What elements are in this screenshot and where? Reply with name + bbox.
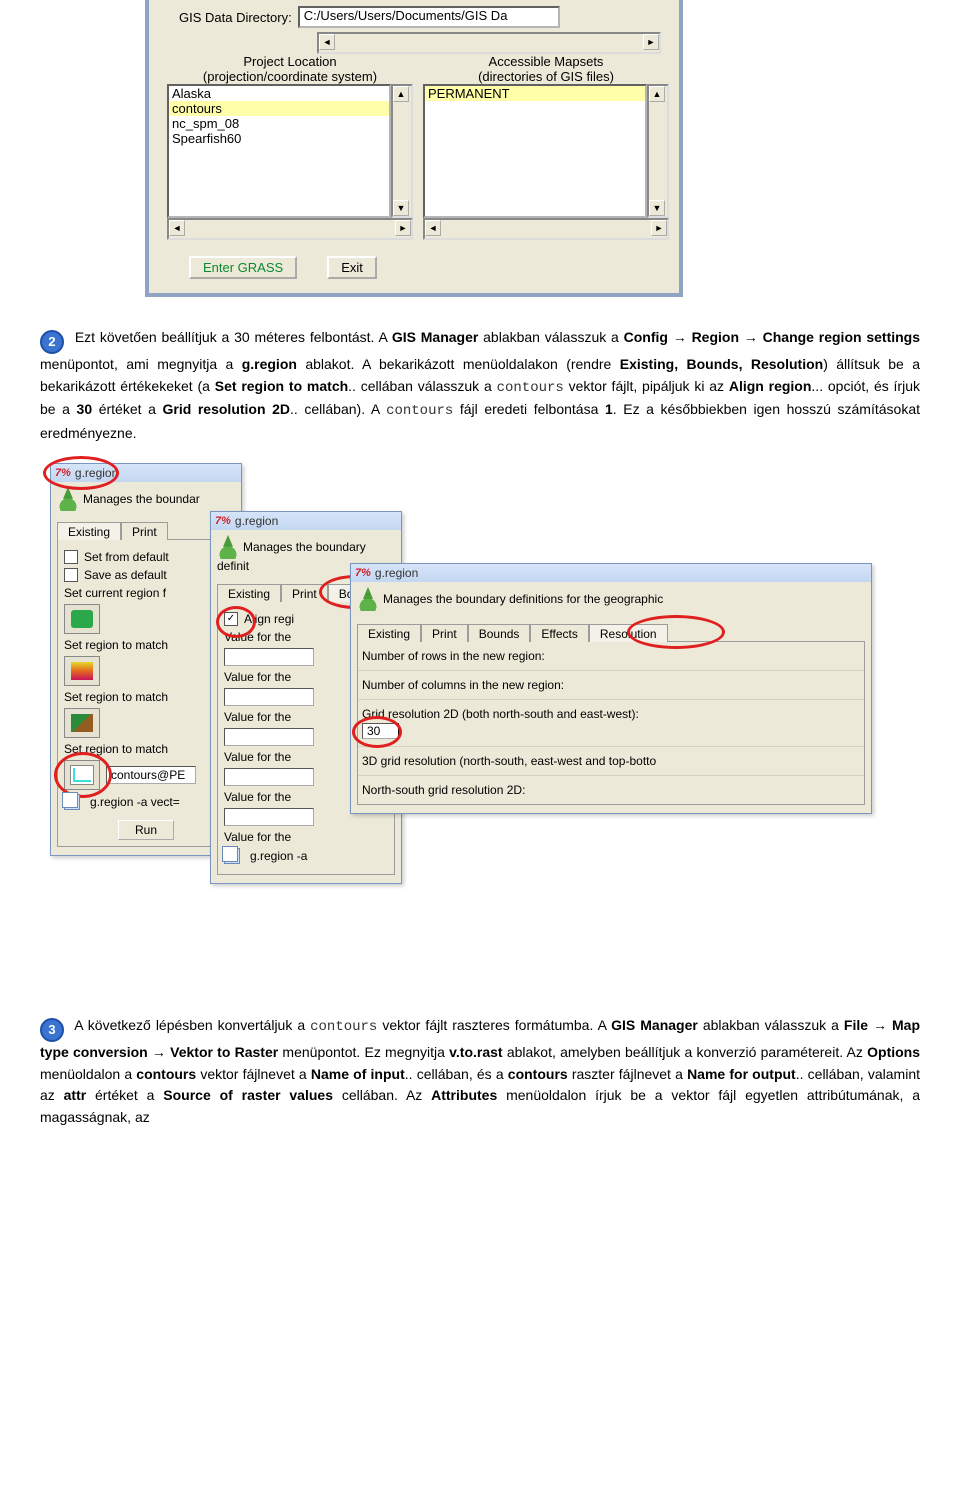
- vector-icon[interactable]: [64, 760, 100, 790]
- value-input[interactable]: [224, 808, 314, 826]
- step-badge: 2: [40, 330, 64, 354]
- field-label: Value for the: [224, 830, 388, 844]
- grass-icon: [357, 589, 379, 611]
- tab-print[interactable]: Print: [421, 624, 468, 642]
- value-input[interactable]: [224, 728, 314, 746]
- scroll-left-icon[interactable]: ◄: [169, 220, 185, 236]
- gis-dir-input[interactable]: C:/Users/Users/Documents/GIS Da: [298, 6, 560, 28]
- gis-data-panel: GIS Data Directory: C:/Users/Users/Docum…: [145, 0, 683, 297]
- right-hscroll[interactable]: ◄ ►: [423, 218, 669, 240]
- copy-icon[interactable]: [64, 794, 80, 810]
- checkbox[interactable]: [64, 550, 78, 564]
- field-label: North-south grid resolution 2D:: [358, 776, 864, 804]
- tab-bounds[interactable]: Bounds: [468, 624, 531, 642]
- mapset-listbox[interactable]: PERMANENT: [423, 84, 647, 218]
- left-list-header1: Project Location: [167, 54, 413, 69]
- vscrollbar[interactable]: ▲ ▼: [647, 84, 669, 218]
- cmd-label: g.region -a vect=: [86, 794, 184, 810]
- checkbox[interactable]: [64, 568, 78, 582]
- list-item[interactable]: Spearfish60: [169, 131, 389, 146]
- field-label: Set region to match: [64, 742, 228, 756]
- tab-print[interactable]: Print: [121, 522, 168, 540]
- grass-icon: [217, 537, 239, 559]
- step-badge: 3: [40, 1018, 64, 1042]
- gregion-window-resolution: 7%g.region Manages the boundary definiti…: [350, 563, 872, 814]
- list-item[interactable]: contours: [169, 101, 389, 116]
- field-label: Set region to match: [64, 638, 228, 652]
- enter-grass-button[interactable]: Enter GRASS: [189, 256, 297, 279]
- titlebar: 7%g.region: [351, 564, 871, 582]
- tab-existing[interactable]: Existing: [357, 624, 421, 642]
- checkbox-checked[interactable]: ✓: [224, 612, 238, 626]
- copy-icon[interactable]: [224, 848, 240, 864]
- field-label: Number of columns in the new region:: [358, 671, 864, 700]
- field-label: Set current region f: [64, 586, 228, 600]
- tab-resolution[interactable]: Resolution: [589, 624, 668, 642]
- tk-icon: 7%: [355, 567, 371, 579]
- titlebar: 7%g.region: [51, 464, 241, 482]
- scroll-left-icon[interactable]: ◄: [319, 34, 335, 50]
- tab-print[interactable]: Print: [281, 584, 328, 602]
- raster3d-icon[interactable]: [64, 708, 100, 738]
- list-item[interactable]: nc_spm_08: [169, 116, 389, 131]
- manages-label: Manages the boundar: [83, 492, 200, 506]
- run-button[interactable]: Run: [118, 820, 174, 840]
- grass-icon: [57, 489, 79, 511]
- vscrollbar[interactable]: ▲ ▼: [391, 84, 413, 218]
- field-label: 3D grid resolution (north-south, east-we…: [358, 747, 864, 776]
- left-hscroll[interactable]: ◄ ►: [167, 218, 413, 240]
- tk-icon: 7%: [55, 467, 71, 479]
- right-list-header1: Accessible Mapsets: [423, 54, 669, 69]
- scroll-right-icon[interactable]: ►: [651, 220, 667, 236]
- field-label: Number of rows in the new region:: [358, 642, 864, 671]
- value-input[interactable]: [224, 768, 314, 786]
- tab-existing[interactable]: Existing: [57, 522, 121, 540]
- value-input[interactable]: [224, 688, 314, 706]
- manages-label: Manages the boundary definit: [217, 540, 366, 573]
- field-label: Set region to match: [64, 690, 228, 704]
- location-listbox[interactable]: Alaska contours nc_spm_08 Spearfish60: [167, 84, 391, 218]
- left-list-header2: (projection/coordinate system): [167, 69, 413, 84]
- grid2d-input[interactable]: 30: [362, 723, 399, 739]
- tab-existing[interactable]: Existing: [217, 584, 281, 602]
- scroll-down-icon[interactable]: ▼: [649, 200, 665, 216]
- field-label: Grid resolution 2D (both north-south and…: [362, 707, 860, 721]
- titlebar: 7%g.region: [211, 512, 401, 530]
- scroll-down-icon[interactable]: ▼: [393, 200, 409, 216]
- right-list-header2: (directories of GIS files): [423, 69, 669, 84]
- list-item[interactable]: PERMANENT: [425, 86, 645, 101]
- manages-label: Manages the boundary definitions for the…: [383, 592, 663, 606]
- scroll-right-icon[interactable]: ►: [395, 220, 411, 236]
- step2-paragraph: 2 Ezt követően beállítjuk a 30 méteres f…: [40, 327, 920, 445]
- tab-effects[interactable]: Effects: [530, 624, 588, 642]
- scroll-up-icon[interactable]: ▲: [393, 86, 409, 102]
- raster-icon[interactable]: [64, 656, 100, 686]
- scroll-right-icon[interactable]: ►: [643, 34, 659, 50]
- vector-input[interactable]: contours@PE: [106, 766, 196, 784]
- dir-hscroll[interactable]: ◄ ►: [317, 32, 661, 54]
- gregion-screens: 7%g.region Manages the boundar Existing …: [10, 463, 920, 993]
- region-icon[interactable]: [64, 604, 100, 634]
- list-item[interactable]: Alaska: [169, 86, 389, 101]
- tk-icon: 7%: [215, 515, 231, 527]
- scroll-left-icon[interactable]: ◄: [425, 220, 441, 236]
- cmd-label: g.region -a: [246, 849, 307, 863]
- exit-button[interactable]: Exit: [327, 256, 377, 279]
- value-input[interactable]: [224, 648, 314, 666]
- gis-dir-label: GIS Data Directory:: [179, 10, 292, 25]
- step3-paragraph: 3 A következő lépésben konvertáljuk a co…: [40, 1015, 920, 1129]
- scroll-up-icon[interactable]: ▲: [649, 86, 665, 102]
